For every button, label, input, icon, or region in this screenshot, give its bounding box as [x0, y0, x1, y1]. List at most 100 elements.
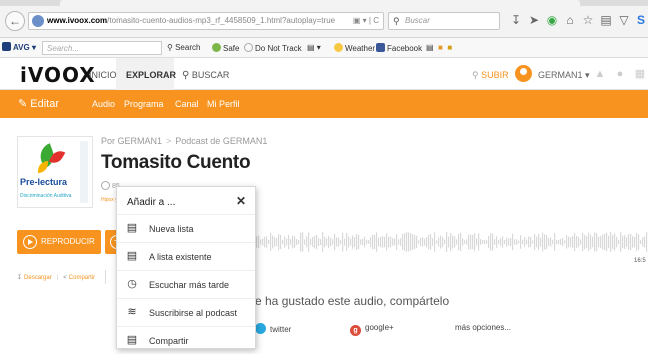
waveform-bar — [376, 232, 378, 252]
address-bar[interactable]: www.ivoox.com/tomasito-cuento-audios-mp3… — [28, 12, 384, 30]
waveform-bar — [366, 239, 368, 245]
waveform-bar — [462, 238, 464, 246]
close-icon[interactable]: ✕ — [236, 194, 246, 208]
username[interactable]: GERMAN1 ▾ — [538, 70, 590, 81]
edit-subnav: ✎ Editar Audio Programa Canal Mi Perfil — [0, 90, 648, 118]
waveform-bar — [266, 236, 268, 248]
toolbar-menu-button[interactable]: ▤ ▾ — [307, 43, 321, 52]
apple-icon[interactable]: ● — [614, 68, 626, 80]
waveform-bar — [312, 236, 314, 248]
nav-explorar[interactable]: EXPLORAR — [126, 70, 176, 80]
waveform-bar — [554, 233, 556, 251]
popup-item-nueva-lista[interactable]: ▤ Nueva lista — [117, 214, 255, 242]
send-icon[interactable]: ➤ — [527, 13, 541, 27]
player: REPRODUCIR + — [17, 230, 648, 258]
waveform-bar — [324, 236, 326, 248]
safe-button[interactable]: Safe — [212, 43, 239, 53]
subnav-audio[interactable]: Audio — [92, 99, 115, 109]
subnav-programa[interactable]: Programa — [124, 99, 164, 109]
waveform-bar — [468, 234, 470, 250]
active-tab[interactable] — [60, 0, 580, 6]
shield-icon — [212, 43, 221, 52]
waveform-bar — [346, 232, 348, 252]
popup-title: Añadir a ... — [127, 197, 176, 208]
action-row: ↧ Descargar | < Compartir — [17, 270, 107, 284]
search-icon: ⚲ — [182, 70, 190, 81]
tab-strip — [0, 0, 648, 6]
podcast-thumbnail[interactable]: Pre-lectura Discriminación Auditiva — [17, 136, 93, 208]
avg-search-input[interactable]: Search... — [42, 41, 162, 55]
toolbar-extra-icons[interactable]: ▤ ■ ■ — [426, 43, 452, 52]
plays-icon — [101, 181, 110, 190]
waveform-bar — [446, 232, 448, 252]
waveform-bar — [436, 240, 438, 244]
waveform-bar — [474, 233, 476, 251]
waveform-bar — [334, 233, 336, 251]
waveform-bar — [494, 239, 496, 245]
share-more[interactable]: más opciones... — [455, 323, 511, 332]
waveform-bar — [624, 234, 626, 250]
waveform-bar — [300, 232, 302, 252]
waveform-bar — [338, 237, 340, 247]
waveform-bar — [590, 234, 592, 250]
waveform-bar — [556, 239, 558, 245]
rss-icon: ≋ — [127, 306, 137, 318]
avg-icon[interactable]: ◉ — [545, 13, 559, 27]
avg-logo[interactable]: AVG ▾ — [2, 42, 36, 52]
waveform-bar — [442, 236, 444, 248]
upload-button[interactable]: ⚲ SUBIR — [472, 70, 509, 81]
bookmark-star-icon[interactable]: ☆ — [581, 13, 595, 27]
waveform-bar — [374, 235, 376, 249]
google-plus-icon: g — [350, 325, 361, 336]
nav-buscar[interactable]: ⚲ BUSCAR — [182, 70, 229, 81]
pocket-icon[interactable]: ▽ — [617, 13, 631, 27]
list-add-icon: ▤ — [126, 222, 138, 234]
waveform-bar — [500, 238, 502, 246]
share-twitter[interactable]: twitter — [255, 323, 291, 334]
popup-item-suscribirse[interactable]: ≋ Suscribirse al podcast — [117, 298, 255, 326]
do-not-track-button[interactable]: Do Not Track — [244, 43, 302, 53]
waveform-bar — [646, 232, 648, 252]
dnt-icon — [244, 43, 253, 52]
avatar[interactable] — [515, 65, 532, 82]
breadcrumb-podcast[interactable]: Podcast de GERMAN1 — [175, 136, 267, 146]
extension-icon[interactable]: S — [634, 13, 648, 27]
back-button[interactable]: ← — [5, 11, 25, 31]
reload-icon[interactable]: ▣ ▾ | C — [353, 16, 379, 25]
waveform-bar — [644, 236, 646, 248]
windows-icon[interactable]: ▦ — [634, 68, 646, 80]
subnav-mi-perfil[interactable]: Mi Perfil — [207, 99, 240, 109]
edit-button[interactable]: ✎ Editar — [18, 97, 59, 110]
popup-item-escuchar-mas-tarde[interactable]: ◷ Escuchar más tarde — [117, 270, 255, 298]
waveform-bar — [496, 236, 498, 248]
download-button[interactable]: ↧ Descargar — [17, 275, 52, 281]
play-button[interactable]: REPRODUCIR — [17, 230, 101, 254]
nav-inicio[interactable]: INICIO — [89, 70, 117, 80]
twitter-icon — [255, 323, 266, 334]
bookmarks-icon[interactable]: ▤ — [599, 13, 613, 27]
breadcrumb-author[interactable]: Por GERMAN1 — [101, 136, 162, 146]
popup-item-compartir[interactable]: ▤ Compartir — [117, 326, 255, 354]
waveform-bar — [466, 239, 468, 245]
weather-button[interactable]: Weather — [334, 43, 375, 53]
waveform-bar — [392, 238, 394, 246]
waveform-bar — [598, 236, 600, 248]
waveform-bar — [272, 235, 274, 249]
home-icon[interactable]: ⌂ — [563, 13, 577, 27]
waveform-bar — [342, 232, 344, 252]
popup-item-lista-existente[interactable]: ▤ A lista existente — [117, 242, 255, 270]
facebook-button[interactable]: Facebook — [376, 43, 422, 53]
waveform-bar — [328, 235, 330, 249]
avg-search-button[interactable]: ⚲ Search — [167, 43, 200, 52]
waveform[interactable] — [256, 230, 648, 254]
waveform-bar — [400, 238, 402, 246]
android-icon[interactable]: ▲ — [594, 68, 606, 80]
subnav-canal[interactable]: Canal — [175, 99, 199, 109]
download-icon[interactable]: ↧ — [509, 13, 523, 27]
waveform-bar — [322, 232, 324, 252]
share-google[interactable]: g google+ — [350, 323, 394, 336]
site-identity-icon[interactable] — [32, 15, 44, 27]
browser-search-box[interactable]: ⚲ Buscar — [388, 12, 500, 30]
share-button[interactable]: < Compartir — [63, 275, 95, 281]
site-logo[interactable]: iVOOX — [20, 63, 96, 87]
